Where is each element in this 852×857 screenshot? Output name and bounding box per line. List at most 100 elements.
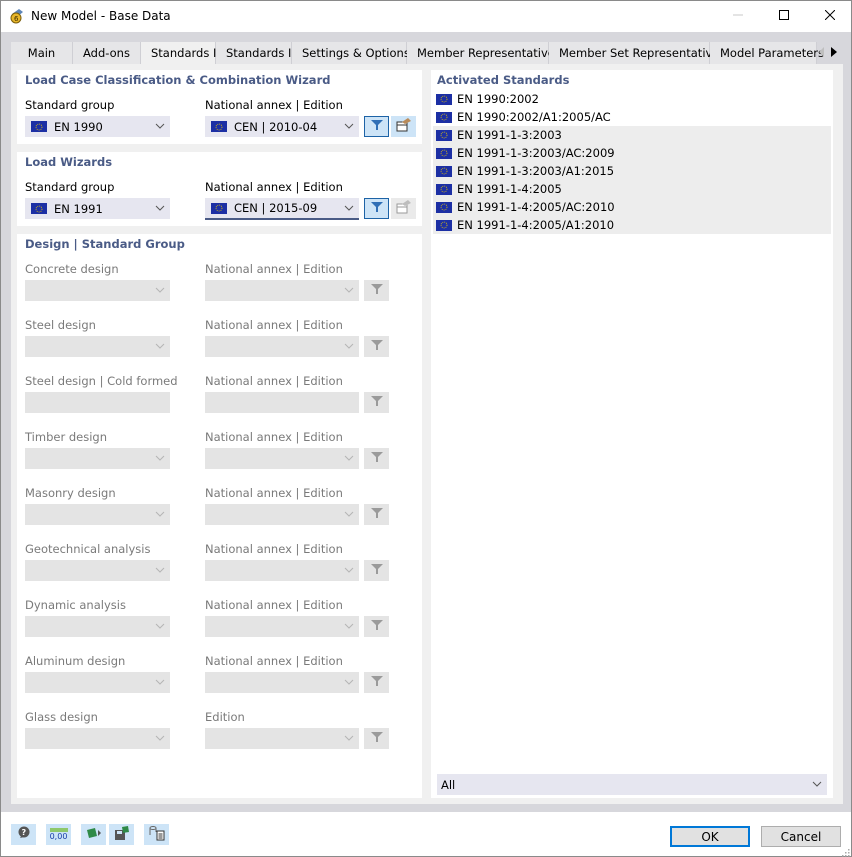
maximize-button[interactable] bbox=[761, 1, 807, 32]
load-case-library-button[interactable] bbox=[391, 116, 416, 137]
tab-scroll-buttons bbox=[817, 42, 839, 64]
design-annex-select[interactable] bbox=[205, 672, 359, 693]
design-annex-select[interactable] bbox=[205, 280, 359, 301]
standard-list-item[interactable]: EN 1990:2002/A1:2005/AC bbox=[433, 108, 831, 126]
chevron-down-icon bbox=[155, 621, 165, 631]
tab-standards-ii[interactable]: Standards II bbox=[216, 42, 295, 64]
design-annex-select[interactable] bbox=[205, 728, 359, 749]
design-row-label: Dynamic analysis bbox=[25, 598, 126, 612]
cancel-button[interactable]: Cancel bbox=[761, 826, 841, 847]
scroll-left-icon[interactable] bbox=[819, 46, 825, 60]
design-standard-select[interactable] bbox=[25, 672, 170, 693]
save-defaults-button[interactable] bbox=[109, 824, 134, 845]
filter-icon bbox=[370, 201, 383, 216]
ok-button[interactable]: OK bbox=[670, 826, 750, 847]
design-row-label: Steel design | Cold formed bbox=[25, 374, 178, 388]
svg-text:6: 6 bbox=[14, 15, 19, 23]
tab-member-representatives[interactable]: Member Representatives bbox=[407, 42, 561, 64]
window-title: New Model - Base Data bbox=[31, 9, 171, 23]
chevron-down-icon bbox=[812, 779, 822, 789]
standards-filter-select[interactable]: All bbox=[437, 774, 827, 795]
standard-list-item[interactable]: EN 1991-1-4:2005/A1:2010 bbox=[433, 216, 831, 234]
tab-add-ons[interactable]: Add-ons bbox=[73, 42, 141, 64]
tab-main[interactable]: Main bbox=[11, 42, 73, 64]
load-case-standard-group-select[interactable]: EN 1990 bbox=[25, 116, 170, 137]
chevron-down-icon bbox=[344, 203, 354, 213]
design-filter-button[interactable] bbox=[364, 616, 389, 637]
design-row-label: Masonry design bbox=[25, 486, 116, 500]
eu-flag-icon bbox=[31, 203, 47, 214]
filter-icon bbox=[370, 395, 383, 410]
design-annex-select[interactable] bbox=[205, 616, 359, 637]
tab-standards-i[interactable]: Standards I bbox=[141, 42, 216, 64]
design-standard-select[interactable] bbox=[25, 392, 170, 413]
load-wizards-standard-group-select[interactable]: EN 1991 bbox=[25, 198, 170, 219]
standard-list-item[interactable]: EN 1991-1-3:2003/AC:2009 bbox=[433, 144, 831, 162]
design-filter-button[interactable] bbox=[364, 336, 389, 357]
help-button[interactable]: ? bbox=[11, 824, 36, 845]
design-standard-select[interactable] bbox=[25, 280, 170, 301]
design-filter-button[interactable] bbox=[364, 672, 389, 693]
design-standard-select[interactable] bbox=[25, 448, 170, 469]
design-filter-button[interactable] bbox=[364, 728, 389, 749]
design-annex-select[interactable] bbox=[205, 336, 359, 357]
design-filter-button[interactable] bbox=[364, 448, 389, 469]
design-standard-select[interactable] bbox=[25, 504, 170, 525]
dialog-body: Main Add-ons Standards I Standards II Se… bbox=[1, 32, 851, 812]
standard-list-item[interactable]: EN 1991-1-3:2003/A1:2015 bbox=[433, 162, 831, 180]
design-standard-select[interactable] bbox=[25, 560, 170, 581]
design-filter-button[interactable] bbox=[364, 280, 389, 301]
design-annex-select[interactable] bbox=[205, 504, 359, 525]
national-annex-label: National annex | Edition bbox=[205, 180, 343, 194]
tab-settings-options[interactable]: Settings & Options bbox=[292, 42, 410, 64]
resize-grip-icon[interactable] bbox=[842, 847, 850, 857]
close-button[interactable] bbox=[807, 1, 852, 32]
minimize-button[interactable] bbox=[715, 1, 761, 32]
tab-model-parameters[interactable]: Model Parameters bbox=[710, 42, 824, 64]
svg-text:?: ? bbox=[21, 828, 26, 837]
design-row-label: Geotechnical analysis bbox=[25, 542, 151, 556]
standard-list-item[interactable]: EN 1991-1-4:2005 bbox=[433, 180, 831, 198]
chevron-down-icon bbox=[344, 621, 354, 631]
chevron-down-icon bbox=[155, 733, 165, 743]
design-annex-select[interactable] bbox=[205, 560, 359, 581]
design-standard-select[interactable] bbox=[25, 728, 170, 749]
help-icon: ? bbox=[17, 826, 31, 843]
eu-flag-icon bbox=[436, 219, 452, 231]
close-icon bbox=[824, 9, 836, 23]
chevron-down-icon bbox=[155, 453, 165, 463]
load-case-annex-select[interactable]: CEN | 2010-04 bbox=[205, 116, 359, 137]
filter-icon bbox=[370, 619, 383, 634]
standard-list-item[interactable]: EN 1990:2002 bbox=[433, 90, 831, 108]
standard-list-item[interactable]: EN 1991-1-4:2005/AC:2010 bbox=[433, 198, 831, 216]
design-filter-button[interactable] bbox=[364, 560, 389, 581]
tab-bar: Main Add-ons Standards I Standards II Se… bbox=[11, 42, 824, 64]
scroll-right-icon[interactable] bbox=[831, 46, 837, 60]
filter-icon bbox=[370, 283, 383, 298]
design-annex-select[interactable] bbox=[205, 392, 359, 413]
design-filter-button[interactable] bbox=[364, 504, 389, 525]
design-filter-button[interactable] bbox=[364, 392, 389, 413]
rfem-app-icon: 6 bbox=[9, 8, 25, 24]
chevron-down-icon bbox=[155, 677, 165, 687]
load-wizards-filter-button[interactable] bbox=[364, 198, 389, 219]
design-standard-select[interactable] bbox=[25, 616, 170, 637]
model-export-button[interactable] bbox=[81, 824, 106, 845]
tab-member-set-representatives[interactable]: Member Set Representatives bbox=[549, 42, 725, 64]
load-case-filter-button[interactable] bbox=[364, 116, 389, 137]
filter-icon bbox=[370, 675, 383, 690]
design-row-label: Timber design bbox=[25, 430, 107, 444]
copy-to-clipboard-button[interactable] bbox=[144, 824, 169, 845]
eu-flag-icon bbox=[31, 121, 47, 132]
chevron-down-icon bbox=[344, 285, 354, 295]
standard-list-item[interactable]: EN 1991-1-3:2003 bbox=[433, 126, 831, 144]
eu-flag-icon bbox=[436, 129, 452, 141]
design-standard-select[interactable] bbox=[25, 336, 170, 357]
chevron-down-icon bbox=[344, 453, 354, 463]
load-wizards-annex-select[interactable]: CEN | 2015-09 bbox=[205, 198, 359, 220]
units-decimal-button[interactable]: 0,00 bbox=[46, 824, 71, 845]
design-annex-label: National annex | Edition bbox=[205, 598, 343, 612]
design-annex-select[interactable] bbox=[205, 448, 359, 469]
load-wizards-library-button[interactable] bbox=[391, 198, 416, 219]
load-wizards-panel: Load Wizards Standard group EN 1991 Nati… bbox=[17, 152, 422, 226]
